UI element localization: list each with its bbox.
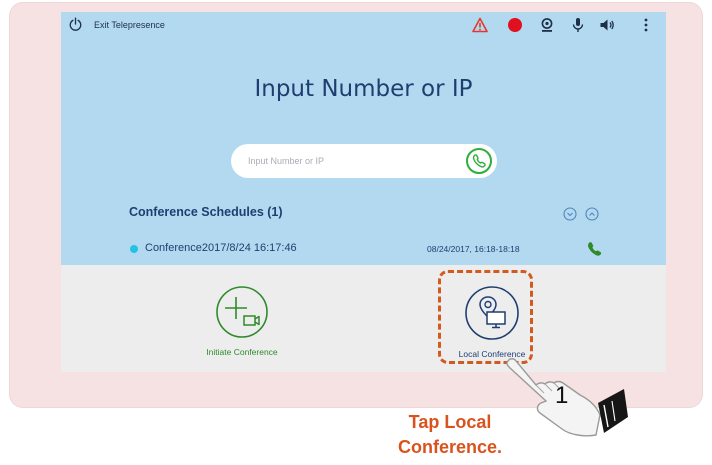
caption-line-2: Conference. <box>397 437 503 457</box>
call-button[interactable] <box>465 147 493 175</box>
power-icon <box>69 17 82 31</box>
initiate-conference-label: Initiate Conference <box>206 347 278 357</box>
speaker-icon[interactable] <box>599 17 615 33</box>
schedule-expand-icon[interactable] <box>585 207 599 221</box>
top-bar: Exit Telepresence <box>61 12 666 38</box>
step-number: 1 <box>555 382 569 409</box>
conference-name: Conference2017/8/24 16:17:46 <box>145 242 297 254</box>
instruction-caption: Tap Local Conference. <box>356 410 544 460</box>
schedule-collapse-icon[interactable] <box>563 207 577 221</box>
microphone-icon[interactable] <box>570 17 586 33</box>
dial-panel <box>61 12 666 265</box>
exit-telepresence-label: Exit Telepresence <box>94 19 165 30</box>
caption-line-1: Tap Local <box>408 412 492 432</box>
conference-call-icon[interactable] <box>586 241 602 257</box>
conference-schedules-title: Conference Schedules (1) <box>129 205 283 219</box>
record-icon[interactable] <box>507 17 523 33</box>
local-conference-button[interactable]: Local Conference <box>446 284 538 359</box>
more-vert-icon[interactable] <box>638 17 654 33</box>
initiate-conference-icon <box>216 286 268 338</box>
number-search-box <box>231 144 497 178</box>
conference-list-item[interactable]: Conference2017/8/24 16:17:46 08/24/2017,… <box>129 241 599 259</box>
exit-telepresence-button[interactable]: Exit Telepresence <box>68 17 165 32</box>
local-conference-icon <box>465 286 519 340</box>
camera-icon[interactable] <box>539 17 555 33</box>
warning-icon[interactable] <box>472 17 488 33</box>
page-title: Input Number or IP <box>254 76 473 102</box>
initiate-conference-button[interactable]: Initiate Conference <box>201 284 283 357</box>
status-dot-icon <box>130 245 138 253</box>
number-input[interactable] <box>231 144 451 178</box>
conference-time: 08/24/2017, 16:18-18:18 <box>427 244 520 254</box>
telepresence-screen: Exit Telepresence Input Number or IP Inp… <box>61 12 666 372</box>
